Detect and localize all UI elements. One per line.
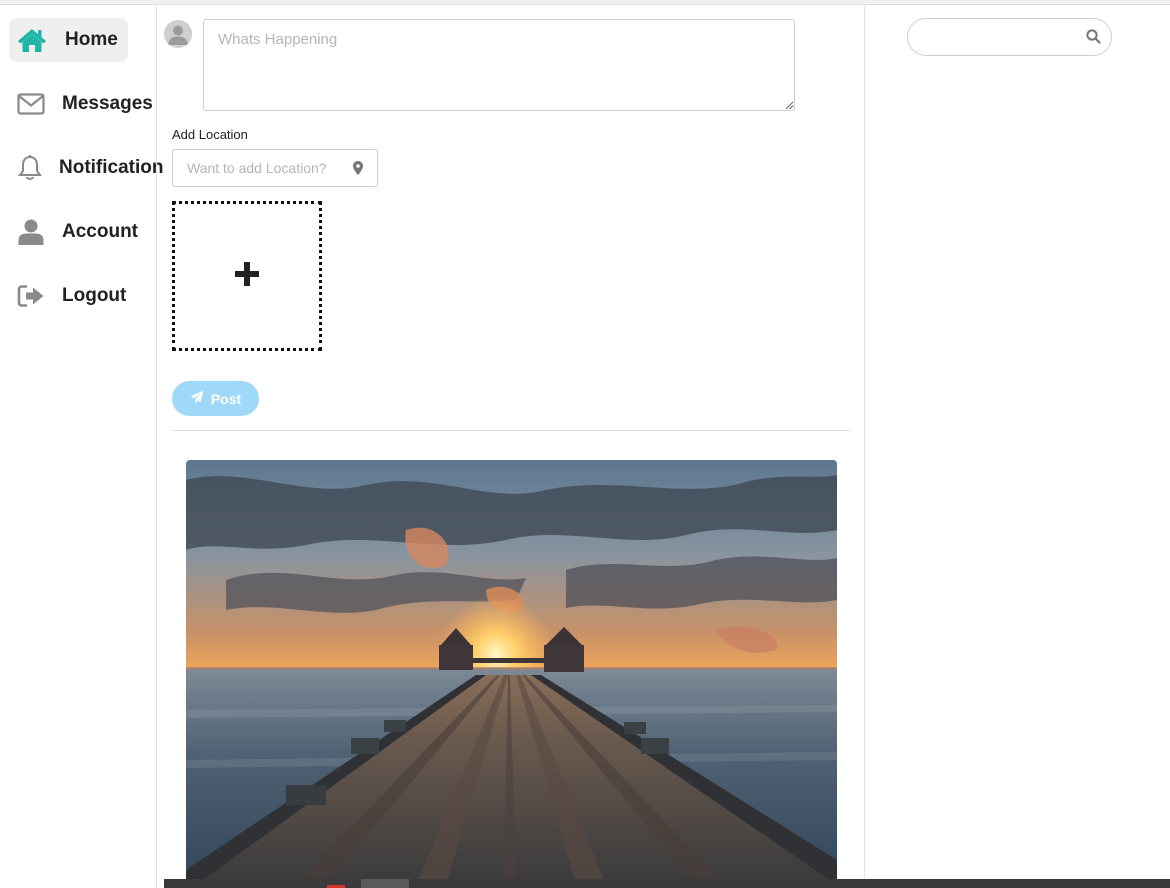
search-box [907,18,1112,56]
divider [172,430,851,431]
sidebar-item-label: Notification [59,157,164,178]
search-input[interactable] [908,19,1078,55]
paper-plane-icon [190,390,204,407]
compose-textarea[interactable] [203,19,795,111]
sidebar-item-label: Messages [62,93,153,114]
sidebar-item-label: Account [62,221,138,242]
avatar [164,20,192,48]
sidebar-item-messages[interactable]: Messages [9,82,153,126]
taskbar [164,879,1170,888]
sidebar-nav: Home Messages Notification Account Logou… [0,5,164,888]
taskbar-item[interactable] [361,879,409,888]
envelope-icon [17,93,45,115]
sidebar-item-home[interactable]: Home [9,18,128,62]
sign-out-icon [17,284,45,308]
post-button-label: Post [210,390,242,407]
location-field [172,149,378,187]
location-input[interactable] [173,150,343,186]
sidebar-item-label: Home [65,29,118,50]
resize-grip-icon[interactable] [785,101,794,110]
home-icon [17,27,47,53]
main-feed: Add Location Post [156,4,865,888]
sidebar-item-notification[interactable]: Notification [9,146,164,190]
plus-icon [234,261,260,292]
location-label: Add Location [172,127,248,142]
sidebar-item-account[interactable]: Account [9,210,139,254]
user-icon [17,218,45,246]
image-upload-box[interactable] [172,201,322,351]
sidebar-item-logout[interactable]: Logout [9,274,129,318]
search-icon[interactable] [1086,29,1101,49]
bell-icon [17,154,43,182]
post-button[interactable]: Post [172,381,259,416]
map-marker-icon [353,161,363,180]
post-image [186,460,837,885]
sidebar-item-label: Logout [62,285,127,306]
